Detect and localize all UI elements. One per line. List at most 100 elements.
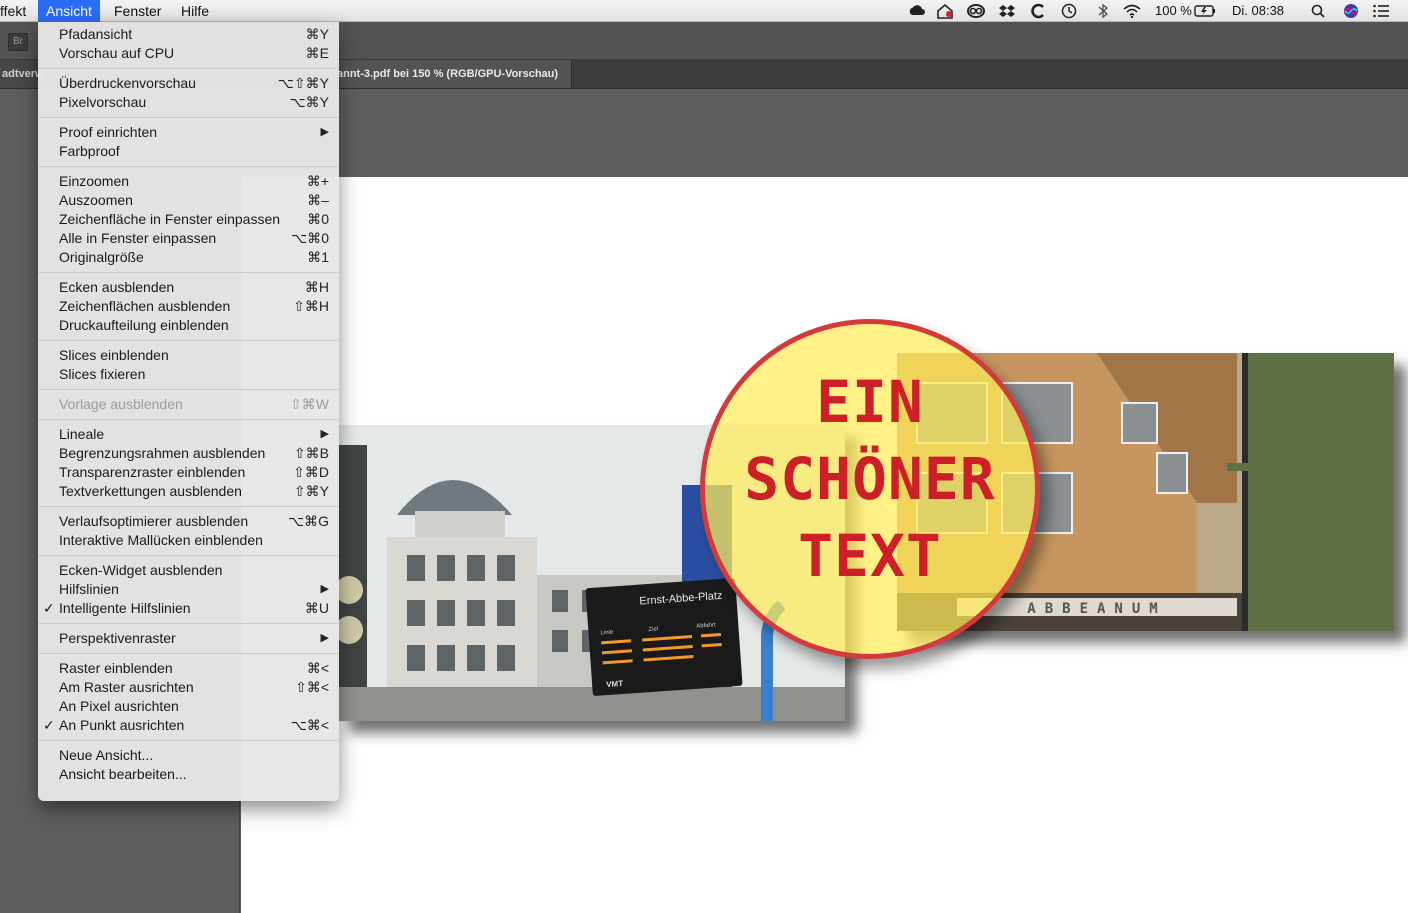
sign-col-ziel: Ziel (648, 626, 658, 633)
menu-item-shortcut: ⌥⌘0 (291, 230, 329, 246)
menu-item[interactable]: Pixelvorschau ⌥⌘Y (38, 93, 339, 112)
menu-hilfe[interactable]: Hilfe (173, 0, 217, 22)
menu-item[interactable]: ✓ An Punkt ausrichten ⌥⌘< (38, 716, 339, 735)
menu-separator (38, 653, 339, 654)
time-machine-icon[interactable] (1060, 3, 1078, 19)
badge-line-1: EIN (816, 368, 924, 436)
menu-item-shortcut: ⌘– (307, 192, 329, 208)
menu-item[interactable]: Auszoomen ⌘– (38, 191, 339, 210)
menu-item[interactable]: Slices einblenden (38, 346, 339, 365)
menu-separator (38, 419, 339, 420)
menu-item[interactable]: Textverkettungen ausblenden ⇧⌘Y (38, 482, 339, 501)
menu-separator (38, 166, 339, 167)
menu-item-label: Transparenzraster einblenden (59, 464, 246, 480)
menu-item[interactable]: Hilfslinien ▶ (38, 580, 339, 599)
menu-separator (38, 340, 339, 341)
creative-cloud-icon[interactable] (908, 3, 926, 19)
menu-item-label: Lineale (59, 426, 105, 442)
menu-item[interactable]: Begrenzungsrahmen ausblenden ⇧⌘B (38, 444, 339, 463)
c-app-icon[interactable] (1029, 3, 1047, 19)
menu-item-label: Slices fixieren (59, 366, 146, 382)
menu-item-shortcut: ⌘U (304, 600, 329, 616)
menu-item[interactable]: Einzoomen ⌘+ (38, 172, 339, 191)
menu-item-shortcut: ⌥⌘< (290, 717, 329, 733)
menu-item[interactable]: Proof einrichten ▶ (38, 123, 339, 142)
menu-item[interactable]: Zeichenfläche in Fenster einpassen ⌘0 (38, 210, 339, 229)
bridge-button[interactable]: Br (8, 33, 28, 51)
menu-fenster[interactable]: Fenster (106, 0, 169, 22)
menu-item-label: Ecken ausblenden (59, 279, 175, 295)
menu-item-shortcut: ⌘H (304, 279, 329, 295)
menu-separator (38, 389, 339, 390)
menu-item[interactable]: Transparenzraster einblenden ⇧⌘D (38, 463, 339, 482)
clock[interactable]: Di. 08:38 (1232, 0, 1284, 22)
menu-item-label: Farbproof (59, 143, 120, 159)
menu-item[interactable]: ✓ Intelligente Hilfslinien ⌘U (38, 599, 339, 618)
menu-separator (38, 68, 339, 69)
menu-item[interactable]: An Pixel ausrichten (38, 697, 339, 716)
menu-item-label: Raster einblenden (59, 660, 173, 676)
menu-separator (38, 506, 339, 507)
menu-item-label: Proof einrichten (59, 124, 158, 140)
menu-effekt[interactable]: ffekt (0, 0, 34, 22)
search-icon[interactable] (1310, 3, 1328, 19)
backup-icon[interactable] (936, 3, 954, 19)
menu-item[interactable]: Ansicht bearbeiten... (38, 765, 339, 784)
badge-text: EIN SCHÖNER TEXT (705, 364, 1035, 595)
menu-item[interactable]: Raster einblenden ⌘< (38, 659, 339, 678)
menu-item-label: Neue Ansicht... (59, 747, 154, 763)
menu-item-label: Verlaufsoptimierer ausblenden (59, 513, 249, 529)
menu-item-label: Auszoomen (59, 192, 133, 208)
menu-item-label: Hilfslinien (59, 581, 119, 597)
menu-item-label: Pfadansicht (59, 26, 133, 42)
artboard[interactable]: Ernst-Abbe-Platz Linie Ziel Abfahrt VMT (241, 177, 1408, 913)
menu-item-label: Am Raster ausrichten (59, 679, 194, 695)
menu-item[interactable]: Slices fixieren (38, 365, 339, 384)
menu-item-shortcut: ⌘0 (307, 211, 329, 227)
menu-item-label: Überdruckenvorschau (59, 75, 196, 91)
menu-item[interactable]: Ecken-Widget ausblenden (38, 561, 339, 580)
menu-separator (38, 272, 339, 273)
menu-item-label: Vorlage ausblenden (59, 396, 183, 412)
menu-item[interactable]: Vorschau auf CPU ⌘E (38, 44, 339, 63)
menu-item[interactable]: Verlaufsoptimierer ausblenden ⌥⌘G (38, 512, 339, 531)
menu-item[interactable]: Pfadansicht ⌘Y (38, 25, 339, 44)
menu-item[interactable]: Druckaufteilung einblenden (38, 316, 339, 335)
menu-item[interactable]: Alle in Fenster einpassen ⌥⌘0 (38, 229, 339, 248)
sign-col-linie: Linie (600, 629, 614, 636)
menu-separator (38, 740, 339, 741)
bluetooth-icon[interactable] (1094, 3, 1112, 19)
wifi-icon[interactable] (1123, 3, 1141, 19)
dropbox-icon[interactable] (998, 3, 1016, 19)
battery-icon[interactable] (1194, 3, 1215, 19)
menu-item-shortcut: ⇧⌘H (293, 298, 329, 314)
menu-item[interactable]: Farbproof (38, 142, 339, 161)
menu-item[interactable]: Zeichenflächen ausblenden ⇧⌘H (38, 297, 339, 316)
menu-item-label: Alle in Fenster einpassen (59, 230, 217, 246)
sign-logo: VMT (606, 679, 624, 689)
menu-item[interactable]: Originalgröße ⌘1 (38, 248, 339, 267)
menu-item-shortcut: ⌥⌘G (287, 513, 329, 529)
siri-icon[interactable] (1342, 3, 1360, 19)
menu-item-label: Originalgröße (59, 249, 144, 265)
menu-item-shortcut: ⇧⌘B (293, 445, 329, 461)
menu-item-shortcut: ⌘E (305, 45, 329, 61)
checkmark-icon: ✓ (43, 717, 55, 733)
menu-item[interactable]: Perspektivenraster ▶ (38, 629, 339, 648)
menu-item[interactable]: Am Raster ausrichten ⇧⌘< (38, 678, 339, 697)
menu-item[interactable]: Interaktive Mallücken einblenden (38, 531, 339, 550)
text-badge-circle[interactable]: EIN SCHÖNER TEXT (700, 319, 1040, 659)
menu-item[interactable]: Neue Ansicht... (38, 746, 339, 765)
notification-center-icon[interactable] (1372, 3, 1390, 19)
menu-item-label: Textverkettungen ausblenden (59, 483, 242, 499)
submenu-arrow-icon: ▶ (320, 428, 329, 440)
badge-line-2: SCHÖNER (744, 445, 996, 513)
adobe-cc-icon[interactable] (967, 3, 985, 19)
ansicht-menu: Pfadansicht ⌘Y Vorschau auf CPU ⌘E Überdruck… (38, 22, 339, 801)
menu-item-shortcut: ⌘Y (305, 26, 329, 42)
menu-item[interactable]: Ecken ausblenden ⌘H (38, 278, 339, 297)
menu-ansicht[interactable]: Ansicht (38, 0, 100, 22)
facade-lettering: ABBEANUM (1027, 601, 1166, 617)
menu-item[interactable]: Überdruckenvorschau ⌥⇧⌘Y (38, 74, 339, 93)
menu-item[interactable]: Lineale ▶ (38, 425, 339, 444)
